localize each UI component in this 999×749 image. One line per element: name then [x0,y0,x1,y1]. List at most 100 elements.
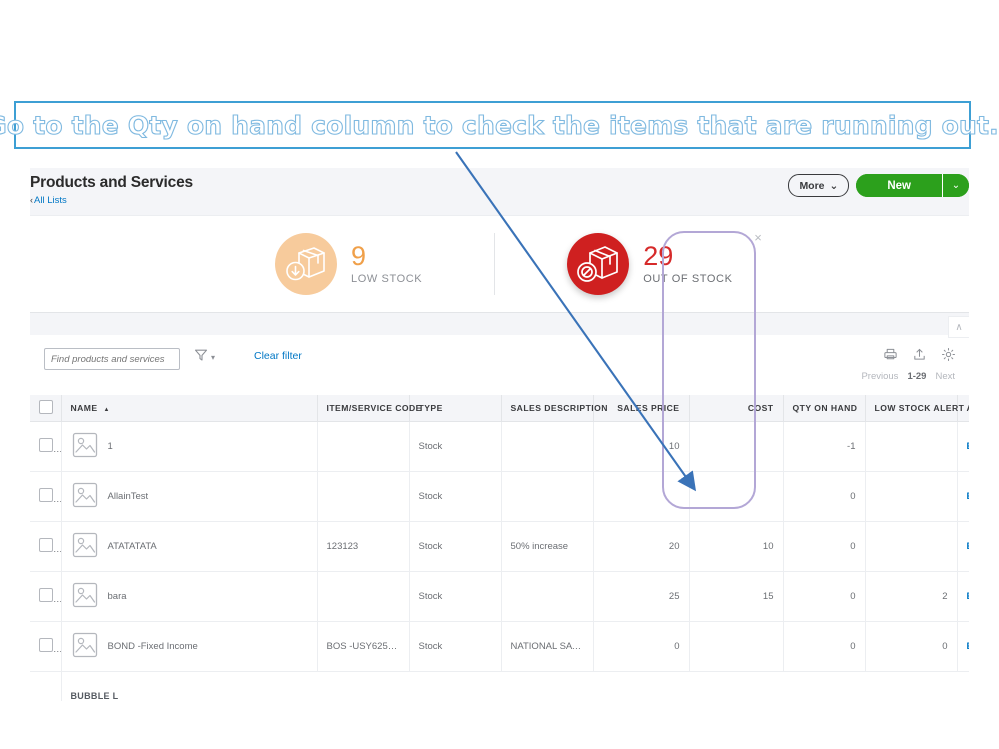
products-and-services-app: Products and Services ‹All Lists More ⌄ … [30,168,969,701]
breadcrumb[interactable]: ‹All Lists [30,195,67,206]
cell-low-stock-alert: 0 [865,621,958,672]
column-header-cost[interactable]: COST [689,395,784,422]
group-spacer [30,671,62,701]
group-name: BUBBLE L [70,691,119,701]
cell-sales-price: 0 [593,621,690,672]
cell-type: Stock [409,471,502,522]
cell-action: Edit▾ [957,571,970,622]
low-stock-card[interactable]: 9 LOW STOCK [275,233,422,295]
clear-filter-link[interactable]: Clear filter [254,350,302,362]
toolbar-icons [883,347,956,367]
cell-code [317,471,410,522]
new-button-group: New ⌄ [856,174,969,197]
cell-sales-price: 25 [593,571,690,622]
box-blocked-icon [567,233,630,295]
row-checkbox[interactable] [39,438,53,452]
new-dropdown-caret-icon[interactable]: ⌄ [942,174,969,197]
cell-qty-on-hand: 0 [783,571,866,622]
cell-name: ATATATATA [61,521,318,572]
cell-sales-price: 20 [593,521,690,572]
cell-name: bara [61,571,318,622]
cell-action: Edit▾ [957,521,970,572]
image-placeholder-icon [71,581,99,612]
product-name: BOND -Fixed Income [107,641,198,652]
search-input[interactable] [45,349,179,370]
table-body: 1Stock10-1Edit▾AllainTestStock0Edit▾ATAT… [30,421,970,701]
edit-link[interactable]: Edit [967,541,970,552]
row-checkbox[interactable] [39,488,53,502]
column-label-name: NAME [70,403,98,413]
table-row[interactable]: AllainTest Stock 0 Edit▾ [30,471,970,522]
products-table: NAME ▲ ITEM/SERVICE CODE TYPE SALES DESC… [30,395,969,701]
cell-type: Stock [409,421,502,472]
export-icon[interactable] [912,347,927,367]
row-select-cell [30,421,62,472]
cell-qty-on-hand: 0 [783,521,866,572]
more-button-label: More [799,179,825,192]
header-actions: More ⌄ New ⌄ [788,174,969,197]
out-of-stock-card[interactable]: 29 OUT OF STOCK [494,233,732,295]
cell-name: 1 [61,421,318,472]
select-all-checkbox[interactable] [39,400,53,414]
cell-cost [689,621,784,672]
back-chevron-icon: ‹ [30,195,33,205]
app-header: Products and Services ‹All Lists More ⌄ … [30,168,969,216]
column-header-name[interactable]: NAME ▲ [61,395,318,422]
page-range: 1-29 [907,371,927,382]
product-name: ATATATATA [107,541,157,552]
cell-sales-description: NATIONAL SAVI… [501,621,594,672]
cell-qty-on-hand: 0 [783,471,866,522]
low-stock-label: LOW STOCK [351,272,423,285]
table-row[interactable]: BOND -Fixed Income BOS -USY62526A… Stock NA… [30,621,970,672]
cell-sales-description: 50% increase [501,521,594,572]
cell-sales-description [501,421,594,472]
filter-button[interactable]: ▾ [194,348,215,367]
column-header-type[interactable]: TYPE [409,395,502,422]
edit-link[interactable]: Edit [967,591,970,602]
select-all-header [30,395,62,422]
row-checkbox[interactable] [39,538,53,552]
out-of-stock-text: 29 OUT OF STOCK [643,242,732,285]
cell-qty-on-hand: -1 [783,421,866,472]
previous-page-link[interactable]: Previous [861,371,898,382]
edit-link[interactable]: Edit [967,491,970,502]
row-checkbox[interactable] [39,638,53,652]
cell-code [317,421,410,472]
box-down-arrow-icon [275,233,337,295]
print-icon[interactable] [883,347,898,367]
group-name-cell: BUBBLE L [61,671,957,701]
instruction-callout: Go to the Qty on hand column to check th… [0,101,999,149]
table-row[interactable]: 1 Stock 10 -1 Edit▾ [30,421,970,472]
table-row[interactable]: bara Stock 251502Edit▾ [30,571,970,622]
row-select-cell [30,471,62,522]
row-checkbox[interactable] [39,588,53,602]
product-name: AllainTest [107,491,149,502]
edit-link[interactable]: Edit [967,441,970,452]
all-lists-link[interactable]: All Lists [34,195,67,206]
row-select-cell [30,521,62,572]
cell-sales-description [501,571,594,622]
close-icon[interactable]: × [751,231,765,245]
chevron-up-icon[interactable]: ∧ [948,316,969,338]
cell-sales-price: 10 [593,421,690,472]
new-button[interactable]: New [856,174,942,197]
cell-type: Stock [409,521,502,572]
column-header-code[interactable]: ITEM/SERVICE CODE [317,395,421,422]
column-header-low-stock-alert[interactable]: LOW STOCK ALERT [865,395,964,422]
edit-link[interactable]: Edit [967,641,970,652]
column-header-desc[interactable]: SALES DESCRIPTION [501,395,607,422]
table-group-row: BUBBLE L [30,671,969,701]
cell-action: Edit▾ [957,621,970,672]
more-button[interactable]: More ⌄ [788,174,850,197]
search-box[interactable] [44,348,180,370]
table-row[interactable]: ATATATATA 123123Stock50% increase20100 Edi… [30,521,970,572]
product-name: 1 [107,441,113,452]
cell-code: BOS -USY62526A… [317,621,410,672]
product-name: bara [107,591,127,602]
settings-gear-icon[interactable] [941,347,956,367]
instruction-text: Go to the Qty on hand column to check th… [0,110,999,140]
panel-gutter [30,313,969,335]
next-page-link[interactable]: Next [935,371,955,382]
column-header-qty-on-hand[interactable]: QTY ON HAND [783,395,866,422]
cell-low-stock-alert: 2 [865,571,958,622]
